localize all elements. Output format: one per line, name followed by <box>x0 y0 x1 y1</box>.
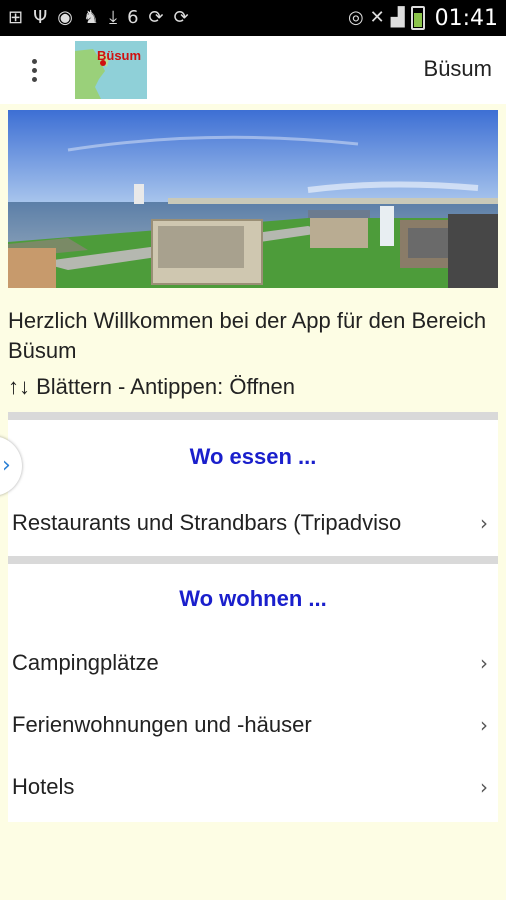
add-box-icon: ⊞ <box>8 7 24 28</box>
chevron-right-icon: › <box>480 713 488 737</box>
section-title-wo-essen: Wo essen ... <box>189 444 317 469</box>
hero-image <box>8 110 498 288</box>
chevron-right-icon: › <box>2 453 11 478</box>
beach-photo <box>8 110 498 288</box>
chevron-right-icon: › <box>480 651 488 675</box>
map-logo-icon: Büsum <box>75 41 147 99</box>
list-item-campingplaetze[interactable]: Campingplätze › <box>8 632 498 694</box>
cat-icon: ♞ <box>82 7 100 28</box>
list-item-restaurants[interactable]: Restaurants und Strandbars (Tripadviso › <box>8 492 498 554</box>
notification-count: 6 <box>127 7 139 28</box>
chevron-right-icon: › <box>480 775 488 799</box>
status-icons-right: ◎ ✕ ▟ 01:41 <box>348 0 498 36</box>
eye-icon: ◎ <box>347 7 364 28</box>
download-icon: ⤓ <box>109 7 118 28</box>
mute-icon: ✕ <box>369 7 385 28</box>
overflow-dot <box>31 76 37 82</box>
section-divider <box>8 556 498 564</box>
list-item-label: Restaurants und Strandbars (Tripadviso <box>12 510 402 535</box>
list-item-label: Hotels <box>12 774 75 799</box>
status-bar: ⊞ Ψ ◉ ♞ ⤓ 6 ⟳ ⟳ ◎ ✕ ▟ 01:41 <box>0 0 506 36</box>
logo-text: Büsum <box>97 48 141 63</box>
list-item-ferienwohnungen[interactable]: Ferienwohnungen und -häuser › <box>8 694 498 756</box>
list-item-label: Campingplätze <box>12 650 159 675</box>
section-wo-wohnen: Wo wohnen ... Campingplätze › Ferienwohn… <box>8 564 498 822</box>
battery-icon <box>410 6 425 30</box>
app-title: Büsum <box>423 56 492 81</box>
welcome-text: Herzlich Willkommen bei der App für den … <box>8 308 487 363</box>
overflow-dot <box>31 67 37 73</box>
list-item-hotels[interactable]: Hotels › <box>8 756 498 818</box>
refresh-icon: ⟳ <box>148 7 164 28</box>
list-item-label: Ferienwohnungen und -häuser <box>12 712 312 737</box>
signal-icon: ▟ <box>390 7 405 28</box>
navigation-hint: ↑↓ Blättern - Antippen: Öffnen <box>8 374 295 399</box>
overflow-dot <box>31 58 37 64</box>
section-divider <box>8 412 498 420</box>
section-wo-essen: Wo essen ... Restaurants und Strandbars … <box>8 420 498 556</box>
refresh-icon: ⟳ <box>173 7 189 28</box>
app-logo[interactable]: Büsum <box>75 41 147 99</box>
section-title-wo-wohnen: Wo wohnen ... <box>179 586 327 611</box>
sync-icon: ◉ <box>57 7 73 28</box>
chevron-right-icon: › <box>480 511 488 535</box>
app-bar: Büsum Büsum <box>0 36 506 104</box>
status-icons-left: ⊞ Ψ ◉ ♞ ⤓ 6 ⟳ ⟳ <box>8 0 189 36</box>
usb-icon: Ψ <box>33 7 48 28</box>
overflow-menu-button[interactable] <box>18 50 50 90</box>
clock: 01:41 <box>434 5 498 31</box>
